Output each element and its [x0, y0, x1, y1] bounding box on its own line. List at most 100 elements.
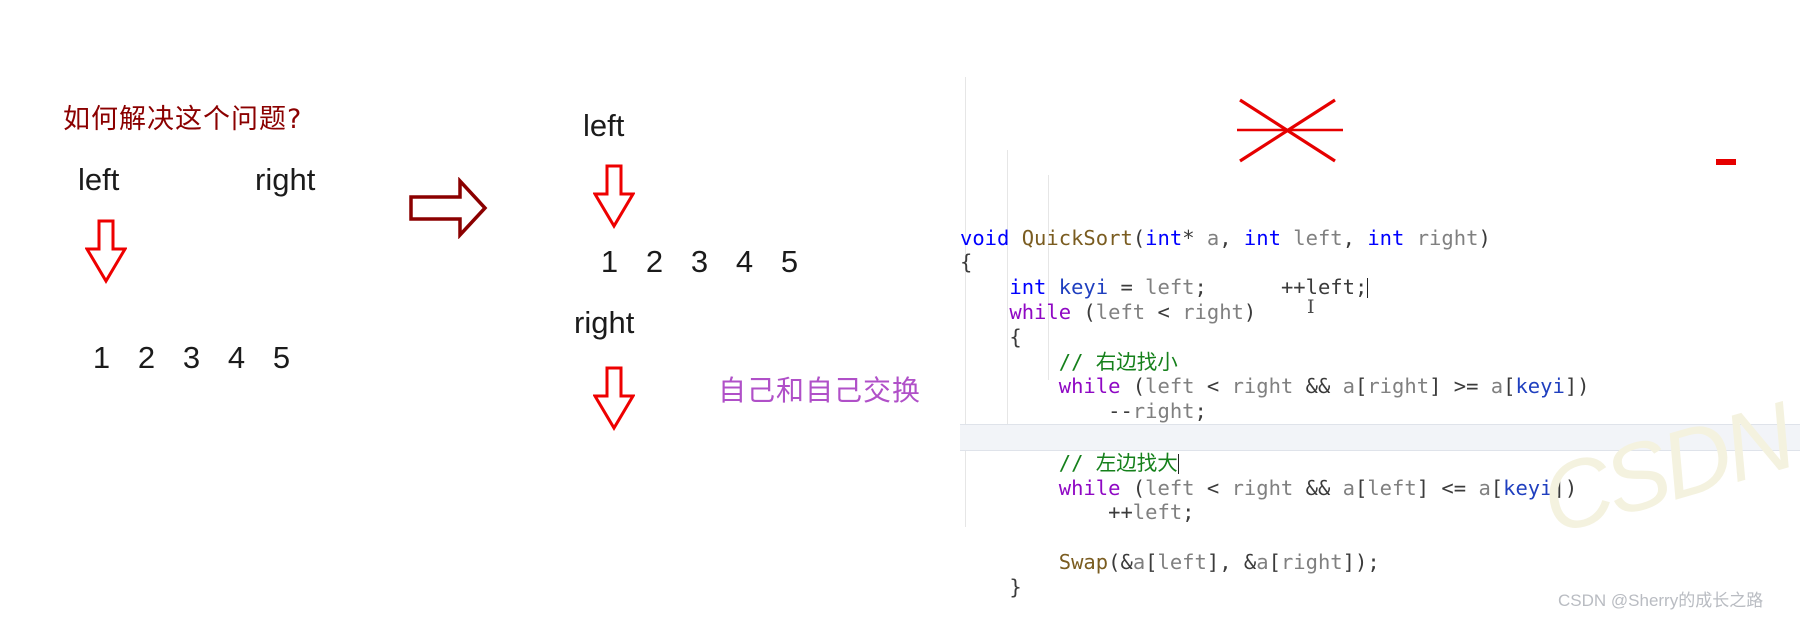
- code-token: --: [1108, 399, 1133, 424]
- code-token: // 左边找大: [1058, 450, 1178, 475]
- code-token: void: [960, 225, 1010, 250]
- array-cell: 4: [227, 340, 248, 375]
- code-token: left: [1145, 374, 1195, 399]
- down-arrow-icon-bottom: [593, 366, 635, 432]
- code-token: ,: [1342, 225, 1368, 250]
- code-token: ;: [1194, 399, 1207, 424]
- code-line[interactable]: while (left < right): [960, 300, 1800, 325]
- array-cell: 1: [600, 244, 621, 279]
- code-token: right: [1231, 374, 1294, 399]
- screenshot-root: 如何解决这个问题? left right 12345 left 12345 ri…: [0, 0, 1807, 626]
- array-cell: 1: [92, 340, 113, 375]
- code-token: left: [1145, 275, 1195, 300]
- code-line[interactable]: while (left < right && a[right] >= a[key…: [960, 374, 1800, 399]
- watermark-text: CSDN @Sherry的成长之路: [1558, 591, 1764, 610]
- code-token: (: [1071, 299, 1096, 324]
- code-token: while: [1009, 299, 1072, 324]
- code-token: &&: [1293, 374, 1343, 399]
- code-line[interactable]: {: [960, 250, 1800, 275]
- code-token: int: [1243, 225, 1281, 250]
- red-dash-annotation: [1716, 159, 1736, 165]
- code-line[interactable]: Swap(&a[left], &a[right]);: [960, 550, 1800, 575]
- code-token: a: [1256, 549, 1269, 574]
- code-token: Swap: [1058, 549, 1109, 574]
- code-token: ]);: [1342, 549, 1380, 574]
- code-token: while: [1058, 374, 1121, 399]
- code-token: right: [1367, 374, 1430, 399]
- code-token: left: [1157, 549, 1207, 574]
- code-token: (: [1120, 475, 1146, 500]
- code-token: <: [1194, 475, 1232, 500]
- array-cell: 3: [690, 244, 711, 279]
- code-token: (: [1120, 374, 1146, 399]
- code-line[interactable]: void QuickSort(int* a, int left, int rig…: [960, 226, 1800, 251]
- code-token: *: [1182, 225, 1207, 250]
- code-token: left: [1095, 299, 1146, 324]
- code-token: int: [1009, 275, 1047, 300]
- code-token: right: [1182, 299, 1244, 324]
- text-caret: [1177, 453, 1179, 474]
- array-cell: 5: [780, 244, 801, 279]
- right-pointer-label-before: right: [255, 162, 316, 197]
- code-token: QuickSort: [1021, 225, 1133, 250]
- code-token: <: [1145, 299, 1183, 324]
- array-cell: 3: [182, 340, 203, 375]
- question-heading: 如何解决这个问题?: [63, 104, 303, 135]
- text-caret-edit: [1367, 278, 1369, 299]
- code-token: [: [1490, 475, 1504, 500]
- code-token: left: [1367, 475, 1417, 500]
- code-line[interactable]: // 右边找小: [960, 350, 1800, 375]
- code-line[interactable]: [960, 525, 1800, 550]
- array-cell: 5: [272, 340, 293, 375]
- code-token: {: [1009, 324, 1022, 349]
- code-token: left: [1145, 475, 1195, 500]
- code-token: ;: [1182, 500, 1195, 525]
- left-pointer-label-before: left: [78, 162, 120, 197]
- self-swap-note: 自己和自己交换: [718, 374, 922, 407]
- code-token: (&: [1108, 549, 1133, 574]
- right-pointer-label-after: right: [574, 305, 635, 340]
- code-line[interactable]: {: [960, 325, 1800, 350]
- code-token: left: [1132, 500, 1183, 525]
- code-token: <: [1194, 374, 1232, 399]
- code-token: {: [960, 250, 973, 275]
- code-token: ): [1478, 225, 1491, 250]
- code-token: [: [1503, 374, 1516, 399]
- right-arrow-icon: [408, 177, 488, 239]
- code-token: ], &: [1206, 549, 1257, 574]
- code-token: a: [1478, 475, 1491, 500]
- code-token: ++left;: [1280, 275, 1368, 300]
- code-token: }: [1009, 574, 1022, 599]
- code-token: // 右边找小: [1058, 349, 1178, 374]
- code-token: right: [1132, 399, 1195, 424]
- code-token: (: [1132, 225, 1146, 250]
- array-cell: 2: [137, 340, 158, 375]
- array-cell: 2: [645, 244, 666, 279]
- code-token: a: [1206, 225, 1220, 250]
- code-token: while: [1058, 475, 1121, 500]
- code-token: ): [1243, 299, 1257, 324]
- code-token: &&: [1293, 475, 1343, 500]
- code-line[interactable]: int keyi = left; ++left;: [960, 275, 1800, 300]
- code-token: [: [1268, 549, 1281, 574]
- code-token: ]): [1564, 374, 1590, 399]
- code-token: ;: [1194, 275, 1207, 300]
- code-token: int: [1367, 225, 1405, 250]
- code-token: =: [1108, 275, 1146, 300]
- code-token: right: [1231, 475, 1294, 500]
- code-token: a: [1132, 549, 1146, 574]
